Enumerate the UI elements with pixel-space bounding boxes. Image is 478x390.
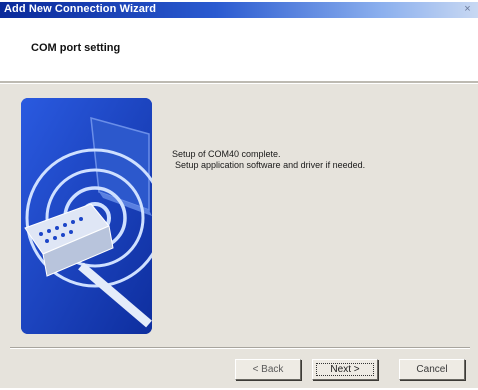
page-title: COM port setting [31,42,121,54]
next-button-label: Next > [330,364,360,375]
header-divider [0,81,478,84]
wizard-header: COM port setting [0,18,478,82]
wizard-window: Add New Connection Wizard × COM port set… [0,2,478,388]
back-button[interactable]: < Back [235,359,301,380]
message-line-complete: Setup of COM40 complete. [172,149,281,159]
status-message: Setup of COM40 complete. Setup applicati… [172,149,365,171]
window-title: Add New Connection Wizard [4,3,157,15]
serial-port-wireless-icon [21,98,152,334]
next-button[interactable]: Next > [312,359,378,380]
cancel-button[interactable]: Cancel [399,359,465,380]
title-bar[interactable]: Add New Connection Wizard × [0,2,478,18]
close-icon[interactable]: × [461,3,474,16]
message-line-instructions: Setup application software and driver if… [175,160,366,170]
footer-divider [10,347,470,349]
